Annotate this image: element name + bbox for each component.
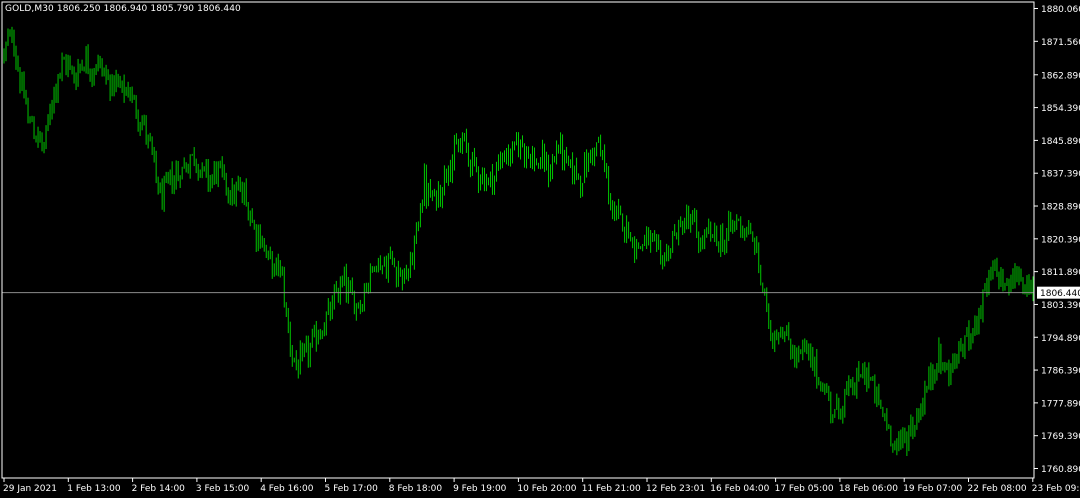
x-tick-label: 17 Feb 05:00 (775, 484, 834, 494)
x-tick-label: 1 Feb 13:00 (67, 484, 121, 494)
low-value: 1805.790 (150, 4, 195, 14)
x-tick-label: 29 Jan 2021 (3, 484, 57, 494)
y-tick-label: 1811.890 (1041, 268, 1080, 278)
x-tick-label: 18 Feb 06:00 (839, 484, 898, 494)
y-tick-label: 1854.390 (1041, 104, 1080, 114)
x-tick-label: 3 Feb 15:00 (196, 484, 250, 494)
y-tick-label: 1828.890 (1041, 203, 1080, 213)
y-tick-label: 1845.890 (1041, 137, 1080, 147)
price-chart[interactable]: 1880.060 1871.560 1862.890 1854.390 1845.890… (0, 0, 1080, 498)
x-tick-label: 19 Feb 07:00 (903, 484, 962, 494)
symbol-ohlc-header: GOLD,M30 1806.250 1806.940 1805.790 1806.440 (5, 4, 244, 14)
price-axis: 1880.060 1871.560 1862.890 1854.390 1845.890… (1034, 5, 1080, 475)
y-tick-label: 1786.390 (1041, 367, 1080, 377)
x-tick-label: 11 Feb 21:00 (582, 484, 641, 494)
y-tick-label: 1820.390 (1041, 235, 1080, 245)
symbol-label: GOLD,M30 (5, 4, 54, 14)
y-tick-label: 1862.890 (1041, 71, 1080, 81)
x-tick-label: 23 Feb 09:00 (1032, 484, 1080, 494)
y-tick-label: 1880.060 (1041, 5, 1080, 15)
x-tick-label: 4 Feb 16:00 (260, 484, 314, 494)
current-price-label: 1806.440 (1040, 289, 1080, 299)
x-tick-label: 22 Feb 08:00 (968, 484, 1027, 494)
y-tick-label: 1871.560 (1041, 38, 1080, 48)
x-tick-label: 12 Feb 23:01 (646, 484, 705, 494)
open-value: 1806.250 (56, 4, 101, 14)
x-tick-label: 16 Feb 04:00 (710, 484, 769, 494)
y-tick-label: 1794.890 (1041, 334, 1080, 344)
y-tick-label: 1769.390 (1041, 432, 1080, 442)
x-tick-label: 8 Feb 18:00 (389, 484, 443, 494)
high-value: 1806.940 (103, 4, 148, 14)
x-tick-label: 5 Feb 17:00 (325, 484, 379, 494)
x-tick-label: 10 Feb 20:00 (517, 484, 576, 494)
y-tick-label: 1777.890 (1041, 399, 1080, 409)
x-tick-label: 9 Feb 19:00 (453, 484, 507, 494)
y-tick-label: 1837.390 (1041, 170, 1080, 180)
close-value: 1806.440 (197, 4, 241, 14)
chart-background (0, 0, 1080, 498)
y-tick-label: 1760.890 (1041, 465, 1080, 475)
y-tick-label: 1803.390 (1041, 301, 1080, 311)
x-tick-label: 2 Feb 14:00 (132, 484, 186, 494)
chart-window[interactable]: 1880.060 1871.560 1862.890 1854.390 1845.890… (0, 0, 1080, 498)
